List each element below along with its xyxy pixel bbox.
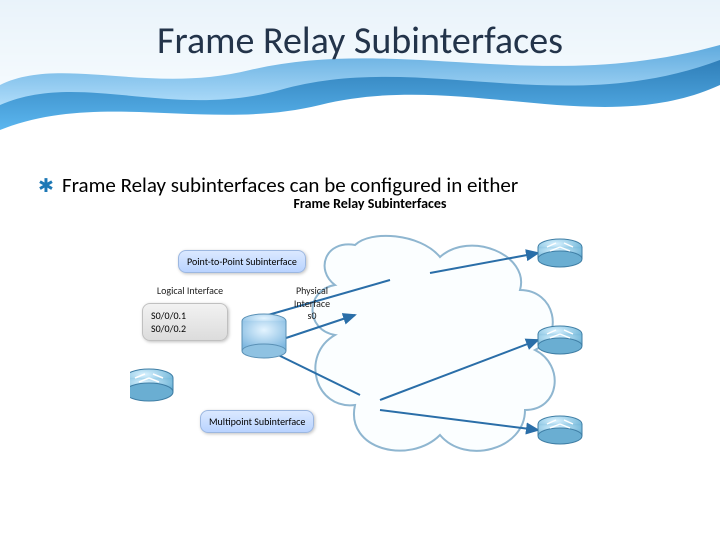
- bullet-star-icon: ✱: [38, 175, 54, 198]
- cylinder-icon: [242, 314, 286, 358]
- label-ptp: Point-to-Point Subinterface: [178, 250, 306, 273]
- label-physical: Physical Interface s0: [282, 285, 342, 323]
- label-logical: Logical Interface: [150, 285, 230, 298]
- router-icon: [538, 416, 582, 444]
- router-icon: [538, 326, 582, 354]
- label-multipoint: Multipoint Subinterface: [200, 410, 314, 433]
- router-icon: [538, 239, 582, 267]
- label-sub2: S0/0/0.2: [151, 322, 219, 335]
- label-sub1: S0/0/0.1: [151, 309, 219, 322]
- cloud-shape: [313, 236, 555, 451]
- router-icon: [130, 369, 173, 401]
- diagram-title: Frame Relay Subinterfaces: [130, 195, 610, 212]
- network-diagram: Frame Relay Subinterfaces: [130, 195, 610, 495]
- slide-title: Frame Relay Subinterfaces: [0, 18, 720, 64]
- label-subif-box: S0/0/0.1 S0/0/0.2: [142, 303, 228, 341]
